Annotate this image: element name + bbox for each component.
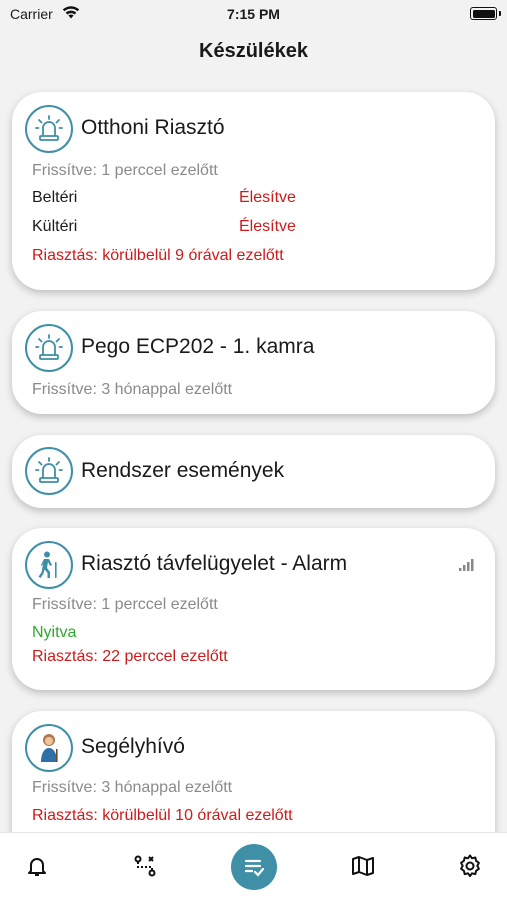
updated-text: Frissítve: 1 perccel ezelőtt (32, 162, 218, 179)
walking-person-icon (25, 541, 73, 589)
page-title: Készülékek (199, 40, 308, 62)
zone-name: Beltéri (32, 189, 78, 206)
tab-devices[interactable] (231, 844, 277, 890)
device-card-rendszer-esemenyek[interactable]: Rendszer események (12, 435, 495, 508)
battery-tip (499, 11, 501, 16)
battery-icon (470, 7, 497, 20)
tab-bar (0, 832, 507, 900)
signal-strength-icon (459, 558, 475, 576)
device-card-pego[interactable]: Pego ECP202 - 1. kamra Frissítve: 3 hóna… (12, 311, 495, 414)
device-card-otthoni-riaszto[interactable]: Otthoni Riasztó Frissítve: 1 perccel eze… (12, 92, 495, 290)
gear-icon (460, 854, 480, 878)
zone-name: Kültéri (32, 218, 78, 235)
route-icon (134, 855, 156, 877)
zone-row: Kültéri (32, 218, 77, 236)
clock: 7:15 PM (227, 6, 280, 22)
updated-text: Frissítve: 1 perccel ezelőtt (32, 596, 218, 613)
zone-state: Élesítve (239, 189, 296, 206)
alarm-siren-icon (25, 447, 73, 495)
checklist-icon (244, 859, 265, 877)
zone-state: Élesítve (239, 218, 296, 235)
device-title: Rendszer események (81, 459, 285, 482)
tab-map[interactable] (348, 851, 378, 881)
device-title: Riasztó távfelügyelet - Alarm (81, 552, 348, 575)
status-bar: Carrier 7:15 PM (0, 0, 507, 30)
bell-icon (28, 858, 46, 876)
status-text: Nyitva (32, 624, 77, 641)
updated-text: Frissítve: 3 hónappal ezelőtt (32, 381, 233, 398)
elderly-person-icon (25, 724, 73, 772)
device-title: Pego ECP202 - 1. kamra (81, 335, 315, 358)
tab-alerts[interactable] (22, 851, 52, 881)
zone-row: Beltéri (32, 189, 77, 207)
tab-routes[interactable] (130, 851, 160, 881)
alarm-text: Riasztás: 22 perccel ezelőtt (32, 648, 228, 665)
map-icon (352, 856, 374, 876)
alarm-siren-icon (25, 105, 73, 153)
alarm-text: Riasztás: körülbelül 10 órával ezelőtt (32, 807, 293, 824)
alarm-text: Riasztás: körülbelül 9 órával ezelőtt (32, 247, 284, 264)
device-card-riaszto-tavfelugyelet[interactable]: Riasztó távfelügyelet - Alarm Frissítve:… (12, 528, 495, 690)
updated-text: Frissítve: 3 hónappal ezelőtt (32, 779, 233, 796)
alarm-siren-icon (25, 324, 73, 372)
device-title: Segélyhívó (81, 735, 185, 758)
device-title: Otthoni Riasztó (81, 116, 225, 139)
tab-settings[interactable] (455, 851, 485, 881)
